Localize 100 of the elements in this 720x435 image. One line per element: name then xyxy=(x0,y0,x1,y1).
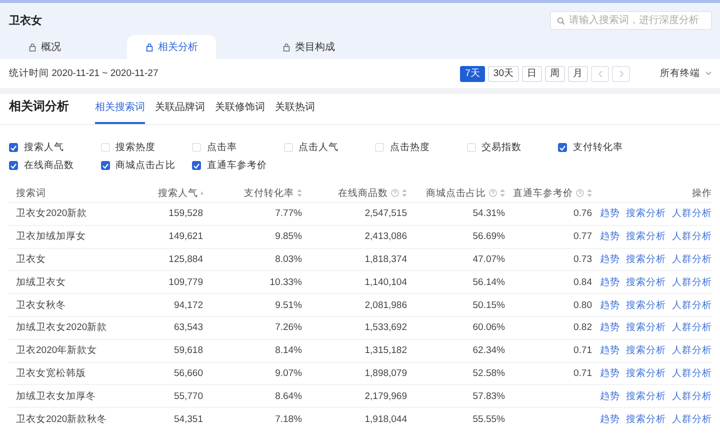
action-link[interactable]: 趋势 xyxy=(600,230,620,244)
table-cell-text: 0.76 xyxy=(572,208,592,220)
checkbox-label: 交易指数 xyxy=(482,141,522,154)
action-link[interactable]: 趋势 xyxy=(600,207,620,220)
checkbox-label: 商城点击占比 xyxy=(116,159,176,172)
period-button[interactable]: 30天 xyxy=(488,66,519,82)
checkbox-label: 搜索热度 xyxy=(116,141,156,154)
previous-button[interactable] xyxy=(591,66,609,82)
chevron-right-icon xyxy=(618,70,624,78)
checkbox[interactable] xyxy=(100,161,110,170)
table-cell-text: 109,779 xyxy=(168,276,203,288)
nav-tab[interactable]: 类目构成 xyxy=(264,35,353,59)
table-cell-text: 8.64% xyxy=(274,390,302,402)
sub-tab[interactable]: 关联修饰词 xyxy=(215,100,265,124)
table-cell-text: 47.07% xyxy=(472,254,505,265)
period-button[interactable]: 7天 xyxy=(460,66,486,82)
action-link[interactable]: 人群分析 xyxy=(672,230,712,244)
table-cell-text: 60.06% xyxy=(472,322,505,334)
sort-icon[interactable] xyxy=(297,189,302,197)
table-cell-text: 52.58% xyxy=(472,368,505,379)
table-cell-text: 卫衣加绒加厚女 xyxy=(15,230,87,244)
action-link[interactable]: 搜索分析 xyxy=(626,276,666,289)
table-cell-text: 2,179,969 xyxy=(364,390,407,402)
action-link[interactable]: 趋势 xyxy=(600,366,620,380)
checkbox[interactable] xyxy=(9,161,18,170)
help-icon xyxy=(489,189,497,197)
action-link[interactable]: 人群分析 xyxy=(672,412,712,426)
action-link[interactable]: 人群分析 xyxy=(672,276,712,289)
column-header: 操作 xyxy=(692,186,712,200)
action-link[interactable]: 搜索分析 xyxy=(626,252,666,266)
action-link[interactable]: 趋势 xyxy=(600,276,620,289)
column-header: 商城点击占比 xyxy=(426,186,486,200)
action-link[interactable]: 人群分析 xyxy=(672,344,712,358)
action-link[interactable]: 搜索分析 xyxy=(626,344,666,358)
period-button[interactable]: 月 xyxy=(568,66,588,82)
table-cell-text: 56.69% xyxy=(472,231,505,242)
action-link[interactable]: 人群分析 xyxy=(672,321,712,334)
action-link[interactable]: 趋势 xyxy=(600,390,620,403)
action-link[interactable]: 搜索分析 xyxy=(626,230,666,244)
nav-tab[interactable]: 相关分析 xyxy=(127,35,216,59)
checkbox[interactable] xyxy=(558,143,567,152)
table-cell-text: 10.33% xyxy=(268,276,302,288)
sub-tab[interactable]: 关联热词 xyxy=(275,100,315,124)
action-link[interactable]: 趋势 xyxy=(600,298,620,312)
action-link[interactable]: 搜索分析 xyxy=(626,412,666,426)
period-button[interactable]: 周 xyxy=(545,66,565,82)
table-cell-text: 55,770 xyxy=(172,390,203,402)
sort-icon[interactable] xyxy=(402,189,407,197)
action-link[interactable]: 人群分析 xyxy=(672,298,712,312)
table-cell-text: 9.07% xyxy=(274,368,302,379)
table-cell-text: 0.84 xyxy=(572,276,592,288)
action-link[interactable]: 人群分析 xyxy=(672,252,712,266)
bag-icon xyxy=(145,42,154,52)
action-link[interactable]: 搜索分析 xyxy=(626,366,666,380)
table-cell-text: 7.18% xyxy=(274,414,302,425)
sort-icon[interactable] xyxy=(500,189,505,197)
action-link[interactable]: 趋势 xyxy=(600,344,620,358)
bag-icon xyxy=(282,42,291,52)
action-link[interactable]: 搜索分析 xyxy=(626,207,666,220)
sub-tab[interactable]: 关联品牌词 xyxy=(155,100,205,124)
action-link[interactable]: 趋势 xyxy=(600,321,620,334)
table-cell-text: 63,543 xyxy=(172,322,203,334)
table-cell-text: 0.71 xyxy=(572,368,592,379)
action-link[interactable]: 趋势 xyxy=(600,412,620,426)
checkbox-label: 支付转化率 xyxy=(573,141,623,154)
search-icon xyxy=(557,16,565,24)
table-cell-text: 1,533,692 xyxy=(364,322,407,334)
table-cell-text: 1,918,044 xyxy=(364,414,407,425)
table-cell-text: 卫衣女2020新款秋冬 xyxy=(15,412,108,426)
action-link[interactable]: 人群分析 xyxy=(672,366,712,380)
device-dropdown[interactable]: 所有终端 xyxy=(660,67,712,80)
table-cell-text: 0.71 xyxy=(572,345,592,356)
period-button[interactable]: 日 xyxy=(522,66,542,82)
table-cell-text: 55.55% xyxy=(472,414,505,425)
checkbox-label: 在线商品数 xyxy=(24,159,74,172)
table-cell-text: 56,660 xyxy=(172,368,203,379)
table-cell-text: 2,547,515 xyxy=(364,208,407,220)
help-icon xyxy=(391,189,399,197)
table-cell-text: 8.03% xyxy=(274,254,302,265)
table-cell-text: 1,140,104 xyxy=(364,276,407,288)
action-link[interactable]: 人群分析 xyxy=(672,207,712,220)
table-cell-text: 159,528 xyxy=(168,208,203,220)
action-link[interactable]: 搜索分析 xyxy=(626,321,666,334)
checkbox[interactable] xyxy=(9,143,18,152)
sub-tab[interactable]: 相关搜索词 xyxy=(95,100,145,124)
checkbox-label: 点击人气 xyxy=(298,141,338,154)
nav-tab[interactable]: 概况 xyxy=(10,35,79,59)
action-link[interactable]: 趋势 xyxy=(600,252,620,266)
table-cell-text: 卫衣女2020新款 xyxy=(15,207,88,220)
next-button[interactable] xyxy=(612,66,630,82)
checkbox[interactable] xyxy=(192,161,201,170)
table-cell-text: 卫衣女宽松韩版 xyxy=(15,366,87,380)
action-link[interactable]: 搜索分析 xyxy=(626,390,666,403)
action-link[interactable]: 搜索分析 xyxy=(626,298,666,312)
table-cell-text: 8.14% xyxy=(274,345,302,356)
table-cell-text: 149,621 xyxy=(168,231,203,242)
sort-icon[interactable] xyxy=(587,189,592,197)
table-cell-text: 卫衣女 xyxy=(15,252,47,266)
action-link[interactable]: 人群分析 xyxy=(672,390,712,403)
chevron-left-icon xyxy=(598,70,602,78)
